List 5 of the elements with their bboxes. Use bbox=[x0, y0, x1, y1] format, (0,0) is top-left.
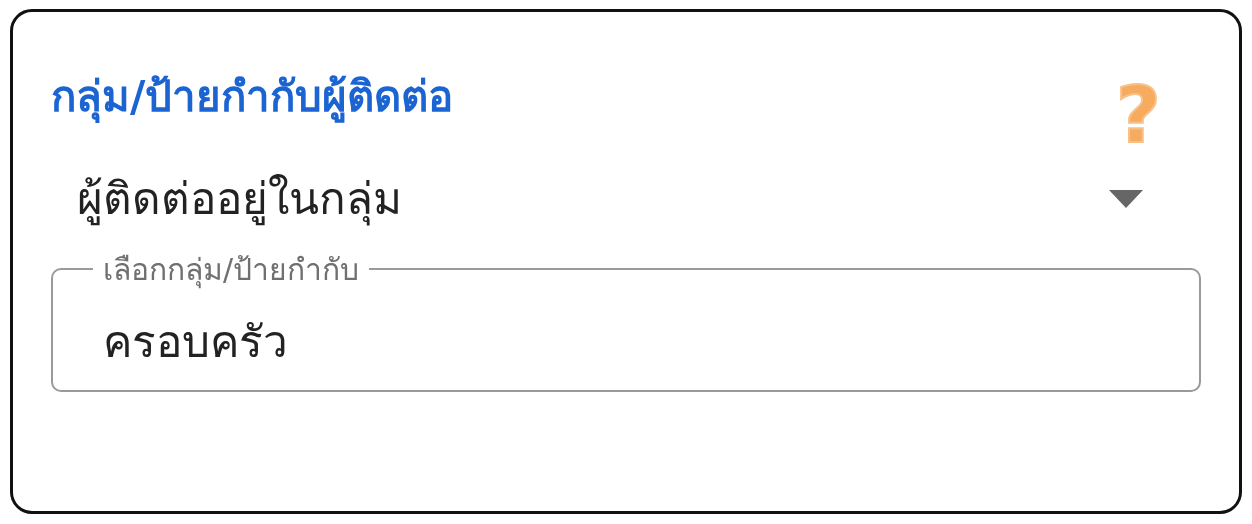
field-value: ครอบครัว bbox=[103, 314, 288, 369]
group-dropdown[interactable]: ผู้ติดต่ออยู่ในกลุ่ม bbox=[77, 168, 1143, 230]
section-title: กลุ่ม/ป้ายกำกับผู้ติดต่อ bbox=[51, 71, 454, 125]
dropdown-caret-icon bbox=[1109, 189, 1143, 208]
field-label: เลือกกลุ่ม/ป้ายกำกับ bbox=[102, 250, 361, 291]
